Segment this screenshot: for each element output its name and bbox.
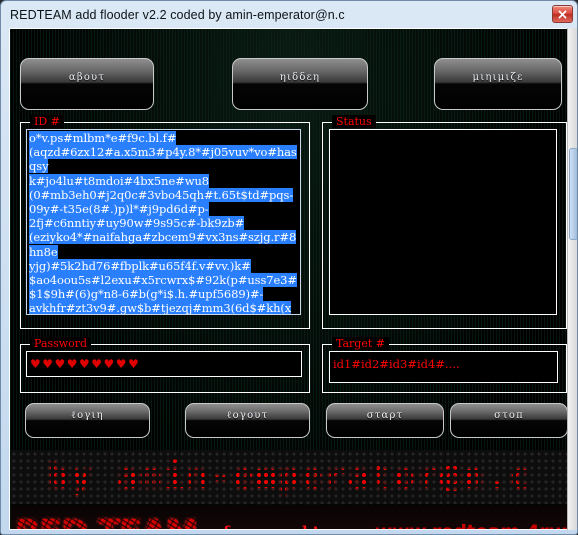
close-icon[interactable]	[552, 5, 573, 23]
id-group-label: ID #	[30, 115, 64, 128]
id-textarea[interactable]: o*v.ps#mlbm*e#f9c.bl.f# (aqzd#6zx12#a.x5…	[26, 129, 301, 315]
logout-button-label: ℓογουτ	[226, 410, 269, 421]
led-marquee-banner: by amin-emperator@n.c	[11, 450, 569, 504]
logout-button[interactable]: ℓογουτ	[185, 403, 310, 438]
id-group: ID # o*v.ps#mlbm*e#f9c.bl.f# (aqzd#6zx12…	[20, 115, 310, 329]
about-button-label: αβουτ	[68, 71, 106, 83]
minimize-button[interactable]: μιηιμιζε	[434, 58, 562, 110]
hidden-button-label: ηιδδεη	[279, 71, 321, 83]
minimize-button-label: μιηιμιζε	[472, 71, 524, 83]
stop-button[interactable]: στoπ	[450, 403, 568, 438]
start-button[interactable]: σταρτ	[326, 403, 444, 438]
about-button[interactable]: αβουτ	[20, 58, 154, 110]
target-group-label: Target #	[332, 337, 389, 350]
vertical-scrollbar[interactable]	[567, 28, 577, 530]
target-input-value: id1#id2#id3#id4#....	[333, 357, 460, 371]
password-input[interactable]: ♥♥♥♥♥♥♥♥♥	[26, 351, 302, 377]
id-textarea-value: o*v.ps#mlbm*e#f9c.bl.f# (aqzd#6zx12#a.x5…	[27, 130, 300, 314]
forum-link[interactable]: forum red team	[223, 523, 355, 530]
status-group: Status	[322, 115, 567, 329]
application-window: REDTEAM add flooder v2.2 coded by amin-e…	[0, 0, 578, 535]
hidden-button[interactable]: ηιδδεη	[232, 58, 368, 110]
scrollbar-thumb[interactable]	[569, 148, 577, 240]
password-mask-value: ♥♥♥♥♥♥♥♥♥	[30, 357, 141, 371]
window-title: REDTEAM add flooder v2.2 coded by amin-e…	[10, 7, 345, 22]
redteam-logo: RED TEAM	[15, 514, 198, 529]
login-button-label: ℓογιη	[71, 410, 104, 421]
password-group-label: Password	[30, 337, 92, 350]
start-button-label: σταρτ	[366, 410, 404, 421]
target-group: Target # id1#id2#id3#id4#....	[322, 337, 567, 393]
target-input[interactable]: id1#id2#id3#id4#....	[329, 351, 558, 383]
title-bar[interactable]: REDTEAM add flooder v2.2 coded by amin-e…	[1, 1, 577, 28]
stop-button-label: στoπ	[494, 410, 524, 421]
footer-logo-strip: RED TEAM forum red team www.redteam.4rum…	[11, 505, 569, 530]
status-group-label: Status	[332, 115, 376, 128]
site-url-text: www.redteam.4rumer.com	[375, 521, 569, 530]
app-body: αβουτ ηιδδεη μιηιμιζε ID # o*v.ps#mlbm*e…	[9, 28, 571, 530]
status-output[interactable]	[329, 129, 557, 315]
led-marquee-text: by amin-emperator@n.c	[47, 457, 533, 497]
login-button[interactable]: ℓογιη	[25, 403, 150, 438]
password-group: Password ♥♥♥♥♥♥♥♥♥	[20, 337, 310, 393]
